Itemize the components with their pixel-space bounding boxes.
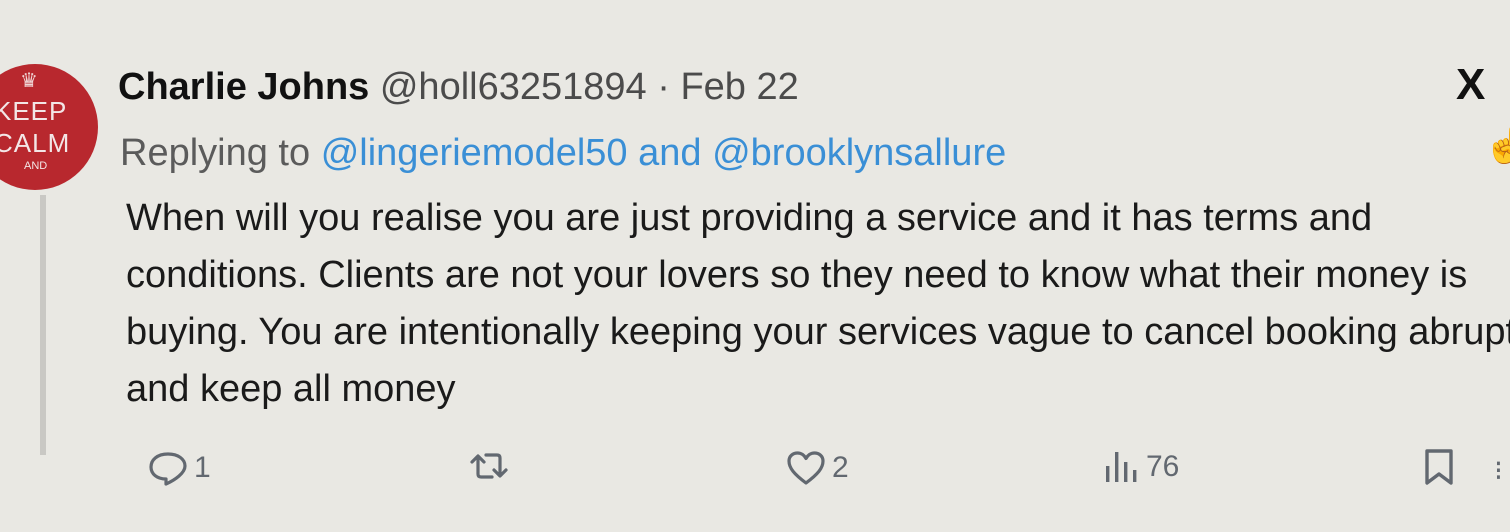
action-bar: 1 2 76 ⁝ <box>0 440 1510 500</box>
hand-cursor-icon: ☝ <box>1484 127 1510 165</box>
tweet-header: Charlie Johns @holl63251894 · Feb 22 <box>118 66 799 109</box>
views-icon <box>1104 450 1140 484</box>
avatar-text-line3: AND <box>24 160 48 172</box>
avatar[interactable]: ♛ KEEP CALM AND <box>0 64 98 190</box>
like-button[interactable]: 2 <box>786 450 849 486</box>
reply-icon <box>148 450 188 486</box>
separator: · <box>657 66 670 108</box>
mention-link[interactable]: @brooklynsallure <box>712 132 1006 174</box>
heart-icon <box>786 450 826 486</box>
avatar-text-line1: KEEP <box>0 96 68 126</box>
avatar-text-line2: CALM <box>0 128 71 158</box>
tweet-date[interactable]: Feb 22 <box>680 66 798 108</box>
bookmark-icon <box>1422 448 1456 486</box>
like-count: 2 <box>832 451 849 484</box>
reply-button[interactable]: 1 <box>148 450 211 486</box>
tweet: ♛ KEEP CALM AND Charlie Johns @holl63251… <box>0 0 1510 532</box>
x-logo-icon[interactable]: X <box>1456 60 1485 110</box>
views-count: 76 <box>1146 450 1180 483</box>
retweet-button[interactable] <box>466 450 518 482</box>
views-button[interactable]: 76 <box>1104 450 1179 484</box>
share-icon[interactable]: ⁝ <box>1494 454 1503 487</box>
reply-count: 1 <box>194 451 211 484</box>
mention-and: and <box>638 132 702 174</box>
thread-line <box>40 195 46 455</box>
crown-icon: ♛ <box>20 70 38 92</box>
mention-link[interactable]: @lingeriemodel50 <box>321 132 628 174</box>
tweet-body: When will you realise you are just provi… <box>126 197 1510 410</box>
author-handle[interactable]: @holl63251894 <box>380 66 647 108</box>
retweet-icon <box>466 450 512 482</box>
replying-prefix: Replying to <box>120 132 311 174</box>
bookmark-button[interactable] <box>1422 448 1456 486</box>
replying-to: Replying to @lingeriemodel50 and @brookl… <box>120 132 1006 175</box>
author-name[interactable]: Charlie Johns <box>118 66 369 108</box>
